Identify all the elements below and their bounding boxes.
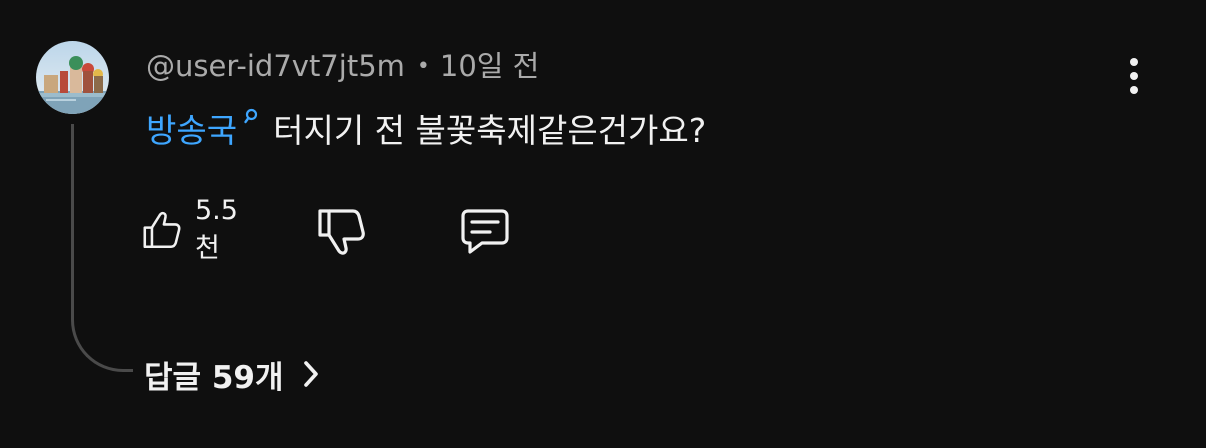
comment-timestamp[interactable]: 10일 전 bbox=[440, 49, 539, 83]
meta-separator: • bbox=[416, 54, 430, 79]
comment-meta: @user-id7vt7jt5m • 10일 전 bbox=[146, 48, 539, 85]
like-count: 5.5천 bbox=[194, 195, 238, 264]
search-link[interactable]: 방송국 bbox=[146, 108, 273, 150]
more-options-button[interactable] bbox=[1114, 52, 1154, 100]
view-replies-button[interactable]: 답글 59개 bbox=[144, 348, 320, 400]
comment-body: 방송국 터지기 전 불꽃축제같은건가요? bbox=[146, 108, 706, 153]
thumbs-down-icon bbox=[318, 209, 365, 255]
dislike-button[interactable] bbox=[314, 200, 368, 260]
search-icon bbox=[244, 108, 258, 124]
chevron-right-icon bbox=[303, 361, 318, 387]
author-name[interactable]: @user-id7vt7jt5m bbox=[146, 49, 405, 83]
reply-thread-line bbox=[71, 124, 133, 372]
replies-label: 답글 59개 bbox=[144, 359, 284, 396]
more-vert-icon bbox=[1130, 58, 1138, 94]
comment-container: @user-id7vt7jt5m • 10일 전 방송국 터지기 전 불꽃축제같은건가… bbox=[0, 0, 1206, 448]
avatar-image bbox=[36, 41, 109, 114]
search-link-text: 방송국 bbox=[146, 111, 238, 150]
reply-comment-icon bbox=[461, 209, 509, 254]
thumbs-up-icon bbox=[143, 211, 181, 248]
avatar[interactable] bbox=[36, 41, 109, 114]
comment-text: 터지기 전 불꽃축제같은건가요? bbox=[273, 111, 707, 150]
like-button[interactable]: 5.5천 bbox=[140, 195, 249, 264]
reply-button[interactable] bbox=[458, 200, 512, 260]
